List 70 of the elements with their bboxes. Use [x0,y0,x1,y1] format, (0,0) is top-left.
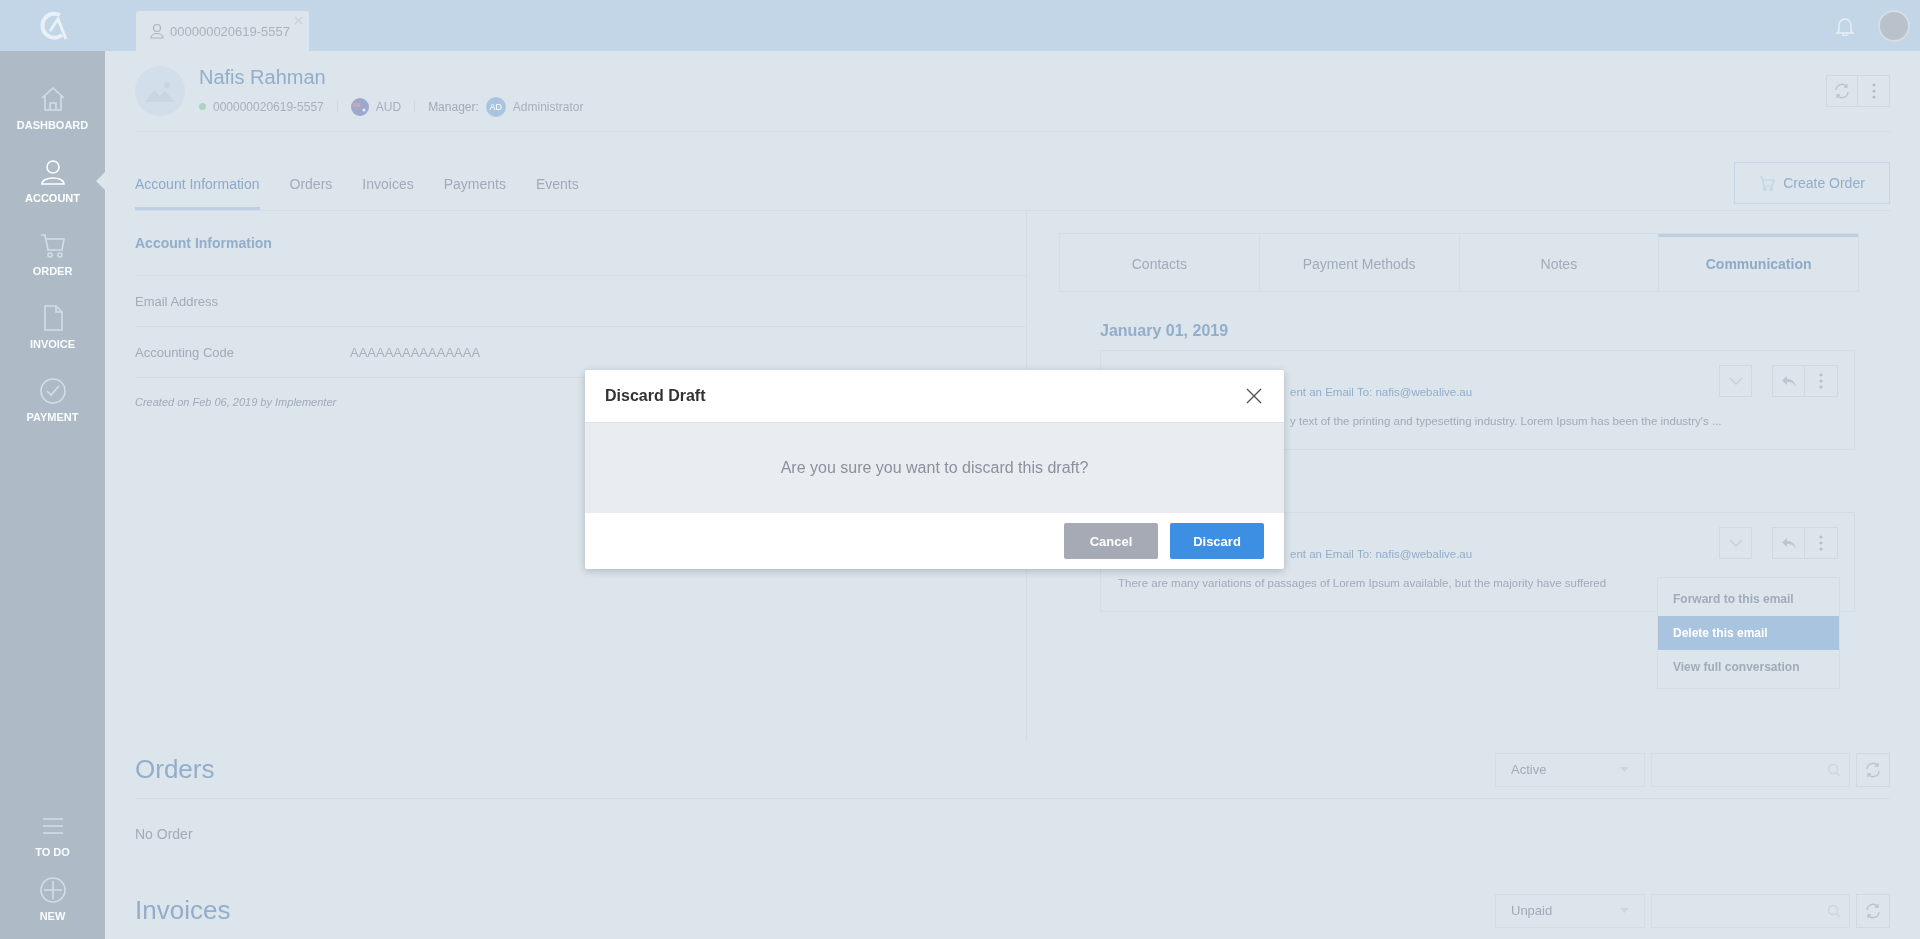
tab[interactable]: Events [535,160,579,210]
plus-circle-icon [38,876,67,904]
cart-icon [1759,175,1776,191]
email-recipient: ent an Email To: nafis@webalive.au [1290,386,1473,398]
manager-initials: AD [485,96,506,117]
tab[interactable]: Invoices [362,160,414,210]
tab[interactable]: Communication [1658,234,1858,291]
dialog-message: Are you sure you want to discard this draft? [780,459,1089,477]
nav-item[interactable]: PAYMENT [0,363,105,436]
refresh-icon [1864,901,1882,920]
flag-icon [350,97,369,116]
tab[interactable]: Account Information [135,160,260,210]
more-icon [1819,535,1823,551]
create-order-button[interactable]: Create Order [1734,162,1890,204]
expand-button[interactable] [1719,527,1752,559]
tab[interactable]: Notes [1458,234,1659,291]
more-icon [1819,373,1823,389]
date-heading: January 01, 2019 [1100,322,1230,341]
check-circle-icon [38,376,67,405]
discard-button[interactable]: Discard [1170,523,1264,559]
tab[interactable]: Orders [289,160,333,210]
nav-item[interactable]: DASHBOARD [0,71,105,144]
tab[interactable]: Contacts [1060,234,1259,291]
close-button[interactable] [1244,386,1264,406]
field-label: Email Address [135,293,220,309]
chevron-down-icon [1728,377,1743,385]
account-name: Nafis Rahman [199,65,327,89]
nav-item[interactable]: NEW [0,867,105,931]
email-recipient: ent an Email To: nafis@webalive.au [1290,548,1473,560]
reply-icon [1781,375,1796,387]
section-title: Account Information [135,235,273,253]
person-icon [150,23,164,39]
menu-item[interactable]: Forward to this email [1658,582,1839,616]
nav-item[interactable]: TO DO [0,803,105,867]
user-avatar[interactable] [1878,9,1910,42]
more-button[interactable] [1805,527,1838,559]
expand-button[interactable] [1719,365,1752,397]
manager-label: Manager: [428,99,479,114]
tab[interactable]: Payment Methods [1258,234,1459,291]
menu-item[interactable]: View full conversation [1658,650,1839,684]
reply-button[interactable] [1772,527,1805,559]
close-icon [1246,388,1262,404]
tab[interactable]: Payments [443,160,506,210]
refresh-button[interactable] [1856,752,1890,787]
bell-icon[interactable] [1836,15,1854,36]
active-pointer [96,172,105,190]
refresh-icon [1833,82,1851,100]
status-select[interactable]: Unpaid [1495,893,1645,928]
refresh-icon [1864,760,1882,779]
reply-button[interactable] [1772,365,1805,397]
person-icon [38,157,67,186]
nav-item[interactable]: INVOICE [0,290,105,363]
section-title: Orders [135,754,215,785]
refresh-button[interactable] [1826,75,1858,107]
empty-message: No Order [135,825,194,842]
status-select[interactable]: Active [1495,752,1645,787]
refresh-button[interactable] [1856,893,1890,928]
nav-item[interactable]: ACCOUNT [0,144,105,217]
chevron-down-icon [1728,539,1743,547]
cancel-button[interactable]: Cancel [1064,523,1158,559]
field-label: Accounting Code [135,344,235,360]
status-dot [199,103,206,110]
dialog-title: Discard Draft [605,387,706,405]
more-button[interactable] [1858,75,1890,107]
more-icon [1871,83,1876,99]
more-button[interactable] [1805,365,1838,397]
menu-item[interactable]: Delete this email [1658,616,1839,650]
section-title: Invoices [135,895,231,926]
reply-icon [1781,537,1796,549]
nav-item[interactable]: ORDER [0,217,105,290]
